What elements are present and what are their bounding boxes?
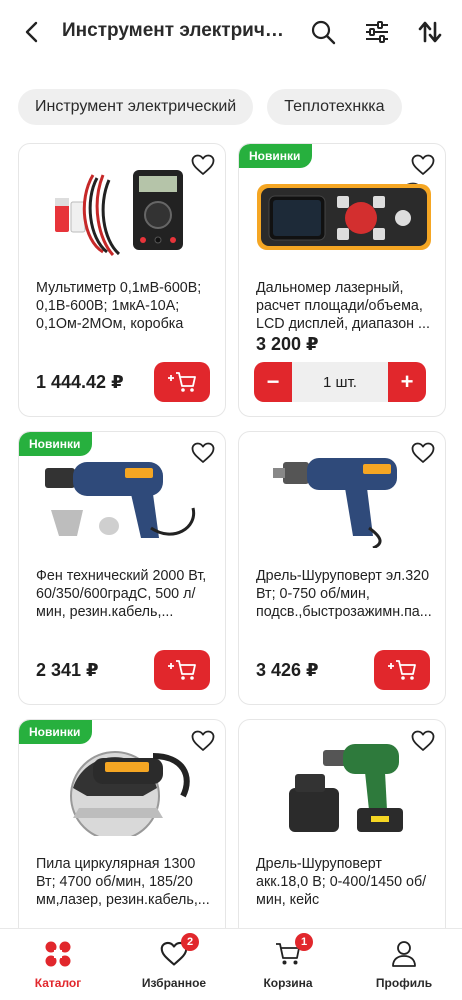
tab-label: Избранное — [141, 976, 207, 990]
filter-sliders-icon — [366, 21, 388, 43]
category-chips: Инструмент электрический Теплотехнкка — [18, 89, 402, 125]
add-to-cart-icon — [388, 660, 416, 680]
favorites-count-badge: 2 — [181, 933, 199, 951]
product-price: 1 444.42 ₽ — [36, 372, 124, 392]
product-image-multimeter — [33, 160, 213, 260]
tab-catalog[interactable]: Каталог — [0, 929, 116, 1000]
tab-label: Каталог — [34, 976, 82, 990]
search-icon — [311, 20, 336, 45]
catalog-icon — [43, 939, 73, 969]
chip-heating[interactable]: Теплотехнкка — [267, 89, 402, 125]
tab-profile[interactable]: Профиль — [346, 929, 462, 1000]
chevron-left-icon — [25, 21, 38, 43]
product-image-heat-gun — [33, 448, 213, 548]
product-name: Фен технический 2000 Вт, 60/350/600градС… — [36, 568, 207, 620]
page-title: Инструмент электриче... — [62, 20, 290, 41]
product-image-laser-rangefinder — [253, 160, 433, 260]
quantity-stepper: − 1 шт. + — [254, 362, 426, 402]
quantity-value: 1 шт. — [323, 373, 357, 391]
sort-button[interactable] — [415, 17, 445, 47]
product-name: Мультиметр 0,1мВ-600В; 0,1В-600В; 1мкА-1… — [36, 280, 202, 332]
add-to-cart-button[interactable] — [154, 650, 210, 690]
cart-icon: 1 — [273, 933, 313, 969]
add-to-cart-button[interactable] — [374, 650, 430, 690]
decrease-quantity-button[interactable]: − — [254, 362, 292, 402]
filter-button[interactable] — [362, 17, 392, 47]
product-name: Дрель-Шуруповерт акк.18,0 В; 0-400/1450 … — [256, 856, 427, 908]
search-button[interactable] — [308, 17, 338, 47]
profile-icon — [389, 939, 419, 969]
product-price: 3 200 ₽ — [256, 334, 319, 354]
product-name: Дальномер лазерный, расчет площади/объем… — [256, 280, 430, 332]
product-card[interactable]: Дрель-Шуруповерт акк.18,0 В; 0-400/1450 … — [238, 719, 446, 949]
product-card[interactable]: Дрель-Шуруповерт эл.320 Вт; 0-750 об/мин… — [238, 431, 446, 705]
product-card[interactable]: Новинки Фен технический 2000 Вт, 60/350/… — [18, 431, 226, 705]
product-name: Дрель-Шуруповерт эл.320 Вт; 0-750 об/мин… — [256, 568, 432, 620]
add-to-cart-icon — [168, 660, 196, 680]
tab-favorites[interactable]: 2 Избранное — [116, 929, 232, 1000]
product-card[interactable]: Мультиметр 0,1мВ-600В; 0,1В-600В; 1мкА-1… — [18, 143, 226, 417]
chip-electric-tools[interactable]: Инструмент электрический — [18, 89, 254, 125]
product-name: Пила циркулярная 1300 Вт; 4700 об/мин, 1… — [36, 856, 210, 908]
tab-label: Корзина — [263, 976, 313, 990]
product-image-cordless-drill — [253, 736, 433, 836]
product-image-corded-drill — [253, 448, 433, 550]
back-button[interactable] — [18, 18, 46, 46]
increase-quantity-button[interactable]: + — [388, 362, 426, 402]
heart-icon: 2 — [159, 933, 199, 969]
tab-label: Профиль — [375, 976, 433, 990]
product-card[interactable]: Новинки Пила циркулярная 1300 Вт; 4700 о… — [18, 719, 226, 949]
product-image-circular-saw — [33, 736, 213, 841]
sort-arrows-icon — [418, 21, 442, 43]
add-to-cart-button[interactable] — [154, 362, 210, 402]
tab-cart[interactable]: 1 Корзина — [230, 929, 346, 1000]
bottom-tab-bar: Каталог 2 Избранное 1 Корзина Профиль — [0, 928, 462, 1000]
cart-count-badge: 1 — [295, 933, 313, 951]
product-price: 2 341 ₽ — [36, 660, 99, 680]
product-card[interactable]: Новинки Дальномер лазерный, расчет площа… — [238, 143, 446, 417]
top-bar: Инструмент электриче... — [0, 0, 462, 66]
add-to-cart-icon — [168, 372, 196, 392]
product-price: 3 426 ₽ — [256, 660, 319, 680]
